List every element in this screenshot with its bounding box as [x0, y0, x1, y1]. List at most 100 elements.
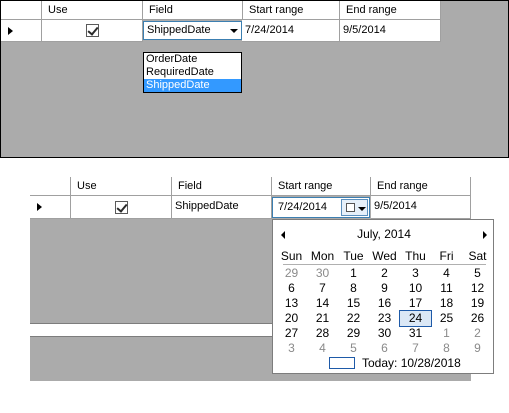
- start-range-value: 7/24/2014: [278, 201, 327, 213]
- use-checkbox[interactable]: [115, 201, 128, 214]
- calendar-day[interactable]: 15: [338, 296, 369, 311]
- calendar-day[interactable]: 4: [431, 266, 462, 281]
- start-range-cell[interactable]: 7/24/2014: [242, 20, 340, 42]
- current-row-arrow-icon: [8, 27, 13, 35]
- calendar-day[interactable]: 13: [276, 296, 307, 311]
- corner-header: [1, 1, 42, 20]
- calendar-day-other-month[interactable]: 30: [307, 266, 338, 281]
- calendar-day-other-month[interactable]: 4: [307, 341, 338, 356]
- column-header-start-range[interactable]: Start range: [272, 177, 371, 196]
- column-header-label: Use: [77, 180, 97, 192]
- calendar-day[interactable]: 8: [338, 281, 369, 296]
- calendar-day[interactable]: 17: [400, 296, 431, 311]
- field-combobox-value: ShippedDate: [147, 24, 211, 36]
- current-row-arrow-icon: [37, 203, 42, 211]
- calendar-day[interactable]: 21: [307, 311, 338, 326]
- datagrid-top: Use Field Start range End range ShippedD…: [0, 0, 509, 158]
- today-marker-icon: [329, 357, 355, 369]
- calendar-day-other-month[interactable]: 2: [462, 326, 493, 341]
- field-cell[interactable]: ShippedDate: [172, 196, 272, 219]
- calendar-day[interactable]: 19: [462, 296, 493, 311]
- end-range-value: 9/5/2014: [343, 24, 386, 36]
- corner-header: [30, 177, 71, 196]
- calendar-day[interactable]: 16: [369, 296, 400, 311]
- column-header-use[interactable]: Use: [42, 1, 143, 20]
- calendar-week-row: 27 28 29 30 31 1 2: [276, 326, 493, 341]
- calendar-day[interactable]: 27: [276, 326, 307, 341]
- calendar-day-other-month[interactable]: 29: [276, 266, 307, 281]
- use-cell: [42, 20, 143, 42]
- month-title[interactable]: July, 2014: [273, 227, 495, 241]
- calendar-day[interactable]: 24: [399, 310, 432, 327]
- row-header[interactable]: [1, 20, 42, 42]
- dropdown-option-orderdate[interactable]: OrderDate: [144, 53, 241, 66]
- calendar-day-other-month[interactable]: 6: [369, 341, 400, 356]
- calendar-day[interactable]: 5: [462, 266, 493, 281]
- calendar-day[interactable]: 10: [400, 281, 431, 296]
- column-header-label: Field: [149, 4, 173, 16]
- next-month-arrow-icon[interactable]: [483, 231, 487, 239]
- calendar-day[interactable]: 25: [431, 311, 462, 326]
- day-names-divider: [283, 264, 486, 265]
- calendar-week-row: 3456789: [276, 341, 493, 356]
- calendar-day[interactable]: 22: [338, 311, 369, 326]
- calendar-day[interactable]: 12: [462, 281, 493, 296]
- start-range-value: 7/24/2014: [245, 24, 294, 36]
- calendar-day[interactable]: 18: [431, 296, 462, 311]
- calendar-week-row: 20 21 22 23 24 25 26: [276, 310, 493, 327]
- calendar-day[interactable]: 14: [307, 296, 338, 311]
- column-header-label: Start range: [249, 4, 304, 16]
- use-checkbox[interactable]: [86, 24, 99, 37]
- start-range-datepicker[interactable]: 7/24/2014: [272, 197, 370, 218]
- column-header-label: Start range: [278, 180, 333, 192]
- calendar-day[interactable]: 26: [462, 311, 493, 326]
- calendar-day[interactable]: 9: [369, 281, 400, 296]
- calendar-day[interactable]: 20: [276, 311, 307, 326]
- calendar-day-other-month[interactable]: 9: [462, 341, 493, 356]
- calendar-day[interactable]: 1: [338, 266, 369, 281]
- field-value: ShippedDate: [175, 200, 239, 212]
- row-header[interactable]: [30, 196, 71, 219]
- column-header-end-range[interactable]: End range: [371, 177, 471, 196]
- calendar-day-other-month[interactable]: 3: [276, 341, 307, 356]
- chevron-down-icon[interactable]: [230, 29, 238, 33]
- calendar-day[interactable]: 30: [369, 326, 400, 341]
- today-link[interactable]: Today: 10/28/2018: [362, 356, 461, 370]
- end-range-cell[interactable]: 9/5/2014: [371, 196, 471, 219]
- calendar-day[interactable]: 23: [369, 311, 400, 326]
- calendar-day[interactable]: 6: [276, 281, 307, 296]
- column-header-label: Field: [178, 180, 202, 192]
- field-combobox[interactable]: ShippedDate: [143, 21, 242, 40]
- calendar-dropdown-button[interactable]: [341, 199, 368, 216]
- calendar-day-other-month[interactable]: 8: [431, 341, 462, 356]
- calendar-day[interactable]: 29: [338, 326, 369, 341]
- column-header-field[interactable]: Field: [172, 177, 272, 196]
- calendar-day-other-month[interactable]: 7: [400, 341, 431, 356]
- column-header-label: Use: [48, 4, 68, 16]
- column-header-end-range[interactable]: End range: [340, 1, 441, 20]
- day-name-header: Wed: [372, 249, 397, 263]
- column-header-use[interactable]: Use: [71, 177, 172, 196]
- calendar-days-grid: 29 30 1 2 3 4 5 6 7 8 9 10 11 12 13 14 15 16 17 18 19 20 21 22 2…: [276, 266, 493, 356]
- field-dropdown-list: OrderDate RequiredDate ShippedDate: [143, 52, 242, 93]
- calendar-week-row: 6 7 8 9 10 11 12: [276, 281, 493, 296]
- dropdown-option-shippeddate[interactable]: ShippedDate: [144, 79, 241, 92]
- calendar-day[interactable]: 31: [400, 326, 431, 341]
- column-header-field[interactable]: Field: [143, 1, 243, 20]
- column-header-start-range[interactable]: Start range: [243, 1, 340, 20]
- day-names-row: Sun Mon Tue Wed Thu Fri Sat: [276, 249, 493, 264]
- calendar-day[interactable]: 2: [369, 266, 400, 281]
- column-header-label: End range: [377, 180, 428, 192]
- use-cell: [71, 196, 172, 219]
- calendar-day-other-month[interactable]: 5: [338, 341, 369, 356]
- calendar-day[interactable]: 28: [307, 326, 338, 341]
- calendar-day[interactable]: 3: [400, 266, 431, 281]
- dropdown-option-requireddate[interactable]: RequiredDate: [144, 66, 241, 79]
- end-range-cell[interactable]: 9/5/2014: [340, 20, 441, 42]
- day-name-header: Sat: [468, 249, 487, 263]
- calendar-day[interactable]: 11: [431, 281, 462, 296]
- day-name-header: Fri: [439, 249, 454, 263]
- calendar-day-other-month[interactable]: 1: [431, 326, 462, 341]
- calendar-week-row: 29 30 1 2 3 4 5: [276, 266, 493, 281]
- calendar-day[interactable]: 7: [307, 281, 338, 296]
